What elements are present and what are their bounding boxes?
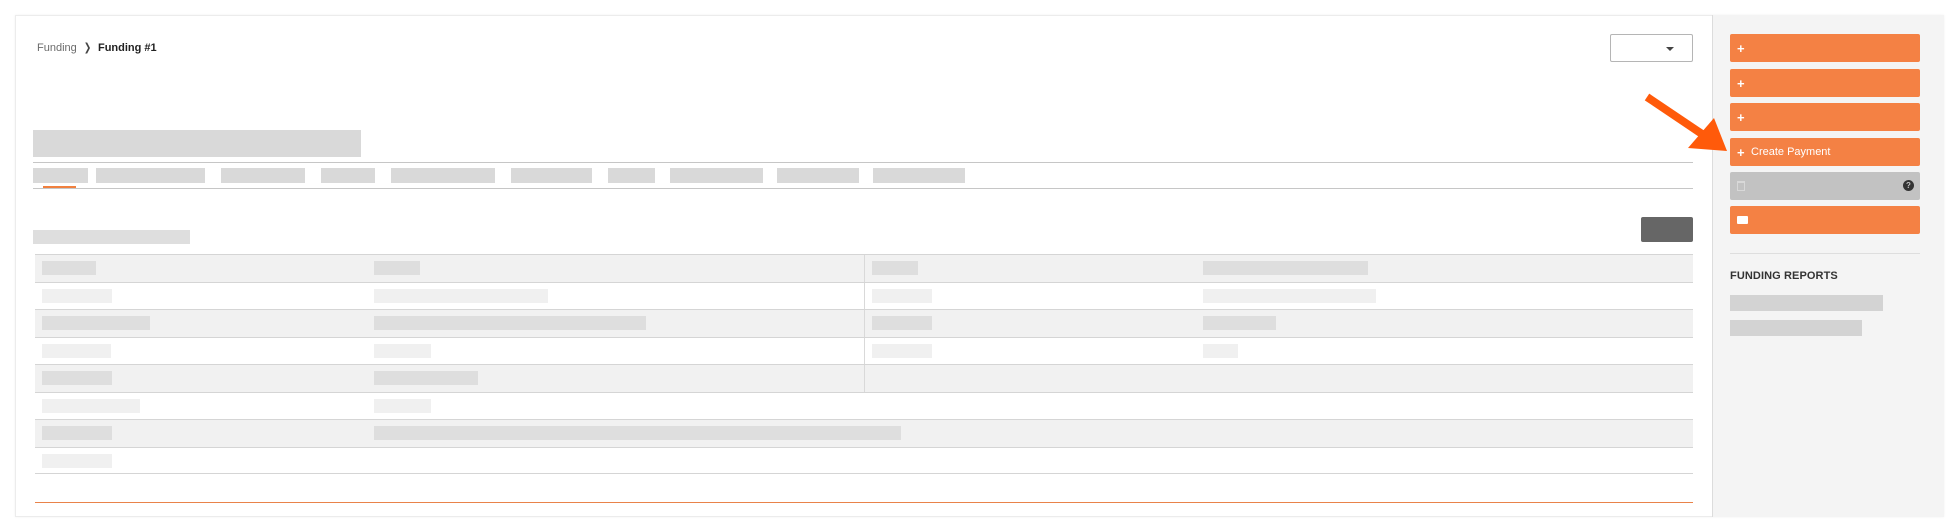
- sidebar-divider: [1730, 253, 1920, 254]
- table-row: [35, 391, 1693, 420]
- right-sidebar: + + + + Create Payment ? FUNDING REPORTS: [1712, 15, 1944, 517]
- cell-placeholder: [42, 371, 112, 385]
- sidebar-add-button-1[interactable]: +: [1730, 34, 1920, 62]
- plus-icon: +: [1737, 40, 1745, 56]
- breadcrumb: Funding ❯ Funding #1: [37, 41, 157, 55]
- tab-2[interactable]: [96, 168, 205, 183]
- plus-icon: +: [1737, 75, 1745, 91]
- column-divider: [864, 255, 865, 282]
- cell-placeholder: [1203, 316, 1276, 330]
- cell-placeholder: [42, 398, 140, 413]
- cell-placeholder: [374, 316, 646, 330]
- report-link-1[interactable]: [1730, 295, 1883, 311]
- caret-down-icon: [1666, 47, 1674, 51]
- table-row: [35, 419, 1693, 447]
- section-bottom-accent-line: [35, 502, 1693, 503]
- table-row: [35, 364, 1693, 392]
- cell-placeholder: [42, 343, 111, 358]
- funding-reports-heading: FUNDING REPORTS: [1730, 270, 1838, 282]
- tab-6[interactable]: [511, 168, 592, 183]
- cell-placeholder: [872, 343, 932, 358]
- create-payment-button[interactable]: + Create Payment: [1730, 138, 1920, 166]
- cell-placeholder: [872, 288, 932, 303]
- breadcrumb-current: Funding #1: [97, 41, 157, 54]
- cell-placeholder: [42, 453, 112, 468]
- table-row: [35, 446, 1693, 474]
- cell-placeholder: [374, 288, 548, 303]
- chevron-right-icon: ❯: [83, 42, 92, 54]
- cell-placeholder: [374, 426, 901, 440]
- delete-button[interactable]: ?: [1730, 172, 1920, 200]
- trash-icon: [1737, 181, 1745, 191]
- section-title-placeholder: [33, 230, 190, 244]
- plus-icon: +: [1737, 144, 1745, 160]
- cell-placeholder: [374, 343, 431, 358]
- sidebar-add-button-3[interactable]: +: [1730, 103, 1920, 131]
- table-row: [35, 281, 1693, 309]
- column-divider: [864, 310, 865, 337]
- button-label: Create Payment: [1751, 146, 1831, 158]
- tab-9[interactable]: [777, 168, 859, 183]
- section-action-button[interactable]: [1641, 217, 1693, 242]
- cell-placeholder: [374, 398, 431, 413]
- breadcrumb-funding-link[interactable]: Funding: [37, 42, 77, 54]
- tab-3[interactable]: [221, 168, 305, 183]
- column-divider: [864, 337, 865, 364]
- tab-1[interactable]: [33, 168, 88, 183]
- details-table: [35, 254, 1693, 474]
- arrow-pointer-icon: [1644, 93, 1727, 151]
- cell-placeholder: [1203, 261, 1368, 275]
- cell-placeholder: [872, 261, 918, 275]
- cell-placeholder: [374, 371, 478, 385]
- tab-5[interactable]: [391, 168, 495, 183]
- plus-icon: +: [1737, 109, 1745, 125]
- tab-8[interactable]: [670, 168, 763, 183]
- cell-placeholder: [1203, 288, 1376, 303]
- table-row: [35, 254, 1693, 282]
- tabs-top-divider: [33, 162, 1693, 163]
- envelope-icon: [1737, 216, 1748, 224]
- cell-placeholder: [374, 261, 420, 275]
- cell-placeholder: [872, 316, 932, 330]
- column-divider: [864, 282, 865, 309]
- tab-4[interactable]: [321, 168, 375, 183]
- cell-placeholder: [1203, 343, 1238, 358]
- tab-7[interactable]: [608, 168, 655, 183]
- tab-10[interactable]: [873, 168, 965, 183]
- cell-placeholder: [42, 316, 150, 330]
- cell-placeholder: [42, 261, 96, 275]
- report-link-2[interactable]: [1730, 320, 1862, 336]
- column-divider: [864, 365, 865, 392]
- sidebar-add-button-2[interactable]: +: [1730, 69, 1920, 97]
- cell-placeholder: [42, 426, 112, 440]
- cell-placeholder: [42, 288, 112, 303]
- tabs-bottom-divider: [33, 188, 1693, 189]
- table-row: [35, 336, 1693, 364]
- actions-dropdown[interactable]: [1610, 34, 1693, 62]
- question-circle-icon[interactable]: ?: [1903, 180, 1914, 191]
- table-row: [35, 309, 1693, 337]
- page-title-placeholder: [33, 130, 361, 157]
- email-button[interactable]: [1730, 206, 1920, 234]
